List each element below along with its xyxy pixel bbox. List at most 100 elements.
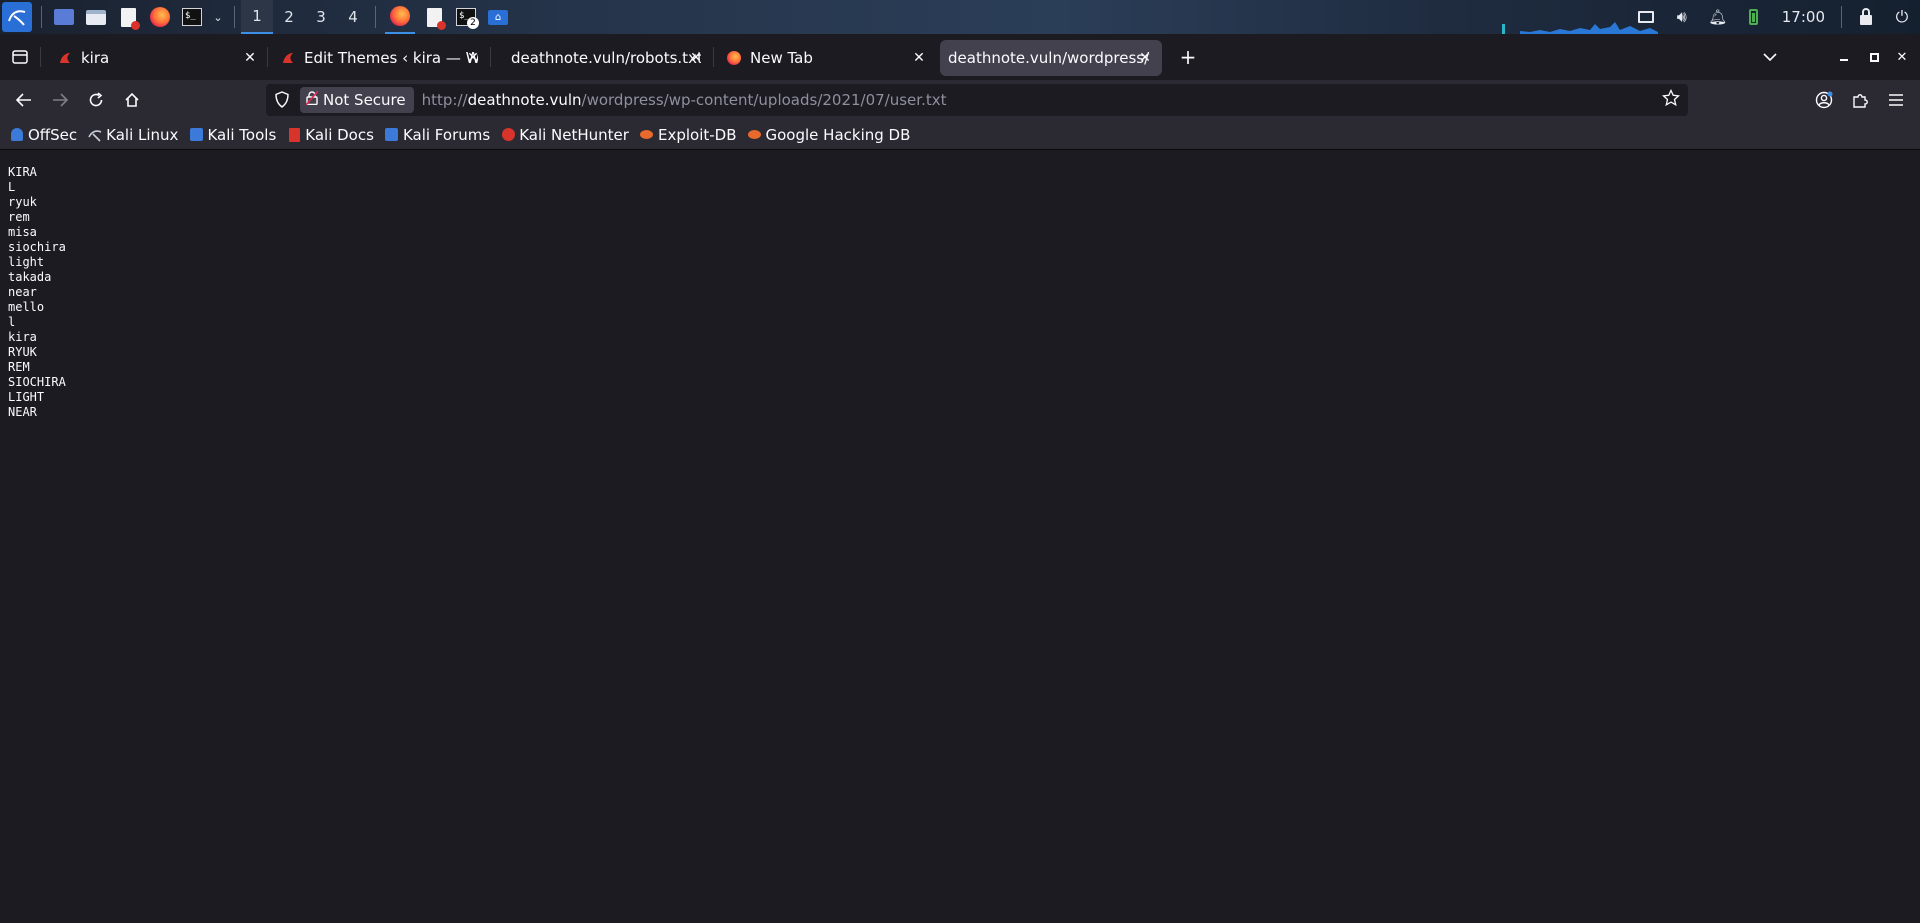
- firefox-launcher-icon[interactable]: [147, 4, 173, 30]
- workspace-2[interactable]: 2: [273, 0, 305, 34]
- tab-new-tab[interactable]: New Tab ✕: [714, 40, 936, 76]
- kali-forums-icon: [385, 128, 399, 142]
- bookmark-label: Kali Docs: [305, 125, 374, 144]
- bookmark-google-hacking-db[interactable]: Google Hacking DB: [748, 125, 911, 144]
- tab-label: New Tab: [750, 49, 813, 67]
- text-line: siochira: [8, 240, 66, 254]
- text-line: LIGHT: [8, 390, 45, 404]
- text-line: L: [8, 180, 16, 194]
- text-line: NEAR: [8, 405, 37, 419]
- insecure-lock-icon: [305, 90, 319, 109]
- not-secure-indicator[interactable]: Not Secure: [300, 87, 414, 113]
- bookmarks-toolbar: OffSec Kali Linux Kali Tools Kali Docs K…: [0, 120, 1920, 150]
- home-icon[interactable]: [114, 84, 150, 116]
- clock[interactable]: 17:00: [1772, 8, 1835, 26]
- tracking-protection-shield-icon[interactable]: [274, 91, 290, 112]
- extensions-puzzle-icon[interactable]: [1842, 84, 1878, 116]
- text-line: misa: [8, 225, 37, 239]
- chevron-down-icon[interactable]: ⌄: [211, 4, 225, 30]
- url-host: deathnote.vuln: [467, 91, 582, 109]
- nethunter-icon: [501, 128, 515, 142]
- close-tab-icon[interactable]: ✕: [464, 50, 482, 66]
- bookmark-exploit-db[interactable]: Exploit-DB: [640, 126, 737, 144]
- kali-docs-icon: [287, 127, 301, 142]
- bookmark-label: OffSec: [28, 125, 78, 144]
- kali-menu-icon[interactable]: [2, 2, 32, 32]
- taskbar-separator: [41, 6, 42, 28]
- notification-bell-icon[interactable]: 🔔︎: [1703, 4, 1733, 30]
- forward-arrow-icon[interactable]: [42, 84, 78, 116]
- text-line: kira: [8, 330, 37, 344]
- bookmark-kali-nethunter[interactable]: Kali NetHunter: [501, 126, 629, 144]
- close-tab-icon[interactable]: ✕: [910, 50, 928, 66]
- bookmark-label: Kali Linux: [106, 125, 179, 144]
- text-line: ryuk: [8, 195, 37, 209]
- bookmark-label: Exploit-DB: [657, 125, 737, 144]
- ghdb-icon: [748, 128, 762, 142]
- text-line: l: [8, 315, 16, 329]
- text-line: RYUK: [8, 345, 37, 359]
- reload-icon[interactable]: [78, 84, 114, 116]
- tab-label: deathnote.vuln/wordpress/wp-content/uplo…: [948, 49, 1150, 67]
- tab-user-txt[interactable]: deathnote.vuln/wordpress/wp-content/uplo…: [940, 40, 1162, 76]
- close-tab-icon[interactable]: ✕: [687, 50, 705, 66]
- address-bar[interactable]: Not Secure http://deathnote.vuln/wordpre…: [266, 84, 1688, 116]
- volume-icon[interactable]: 🔊︎: [1667, 4, 1697, 30]
- kali-tools-icon: [189, 128, 203, 142]
- bookmark-kali-tools[interactable]: Kali Tools: [189, 126, 276, 144]
- not-secure-label: Not Secure: [323, 91, 406, 109]
- file-manager-icon[interactable]: [83, 4, 109, 30]
- firefox-window-icon[interactable]: [385, 0, 415, 34]
- bookmark-label: Google Hacking DB: [765, 125, 911, 144]
- bookmark-label: Kali NetHunter: [519, 125, 629, 144]
- close-tab-icon[interactable]: ✕: [241, 50, 259, 66]
- kira-favicon-icon: [280, 50, 296, 66]
- bookmark-label: Kali Tools: [207, 125, 277, 144]
- display-icon[interactable]: [1631, 4, 1661, 30]
- show-desktop-icon[interactable]: [51, 4, 77, 30]
- workspace-1[interactable]: 1: [241, 0, 273, 34]
- bookmark-offsec[interactable]: OffSec: [10, 126, 77, 144]
- text-line: near: [8, 285, 37, 299]
- bookmark-star-icon[interactable]: [1661, 88, 1681, 111]
- text-line: mello: [8, 300, 45, 314]
- bookmark-kali-linux[interactable]: Kali Linux: [88, 126, 178, 144]
- text-editor-icon[interactable]: [115, 4, 141, 30]
- text-editor-window-icon[interactable]: [421, 4, 447, 30]
- tab-edit-themes[interactable]: Edit Themes ‹ kira — WordPress ✕: [268, 40, 490, 76]
- list-all-tabs-icon[interactable]: [1752, 41, 1788, 73]
- page-content: KIRA Lryuk rem misa siochira light takada near m…: [0, 151, 1920, 923]
- firefox-view-icon[interactable]: [0, 41, 40, 73]
- hamburger-menu-icon[interactable]: [1878, 84, 1914, 116]
- tab-label: deathnote.vuln/robots.txt: [511, 49, 701, 67]
- offsec-icon: [10, 128, 24, 142]
- terminal-window-icon[interactable]: $_ 2: [453, 4, 479, 30]
- tab-robots-txt[interactable]: deathnote.vuln/robots.txt ✕: [491, 40, 713, 76]
- text-line: takada: [8, 270, 52, 284]
- tab-separator: [40, 47, 41, 67]
- terminal-window-count: 2: [467, 17, 479, 29]
- user-txt-content: KIRA Lryuk rem misa siochira light takada near m…: [8, 165, 66, 420]
- kali-dragon-icon: [88, 128, 102, 142]
- text-line: light: [8, 255, 45, 269]
- close-window-icon[interactable]: ✕: [1884, 41, 1920, 73]
- terminal-launcher-icon[interactable]: $_: [179, 4, 205, 30]
- back-arrow-icon[interactable]: [6, 84, 42, 116]
- battery-icon[interactable]: [1739, 4, 1769, 30]
- home-folder-window-icon[interactable]: ⌂: [485, 4, 511, 30]
- workspace-3[interactable]: 3: [305, 0, 337, 34]
- url-text[interactable]: http://deathnote.vuln/wordpress/wp-conte…: [422, 91, 947, 109]
- bookmark-kali-forums[interactable]: Kali Forums: [385, 126, 490, 144]
- tab-kira[interactable]: kira ✕: [45, 40, 267, 76]
- account-icon[interactable]: [1806, 84, 1842, 116]
- tab-label: Edit Themes ‹ kira — WordPress: [304, 49, 478, 67]
- logout-icon[interactable]: ⏻: [1887, 4, 1917, 30]
- workspace-4[interactable]: 4: [337, 0, 369, 34]
- taskbar-separator: [234, 6, 235, 28]
- firefox-icon: [726, 50, 742, 66]
- lock-screen-icon[interactable]: [1851, 4, 1881, 30]
- kira-favicon-icon: [57, 50, 73, 66]
- new-tab-plus-icon[interactable]: +: [1170, 41, 1206, 73]
- bookmark-kali-docs[interactable]: Kali Docs: [287, 126, 374, 144]
- close-tab-icon[interactable]: ✕: [1136, 50, 1154, 66]
